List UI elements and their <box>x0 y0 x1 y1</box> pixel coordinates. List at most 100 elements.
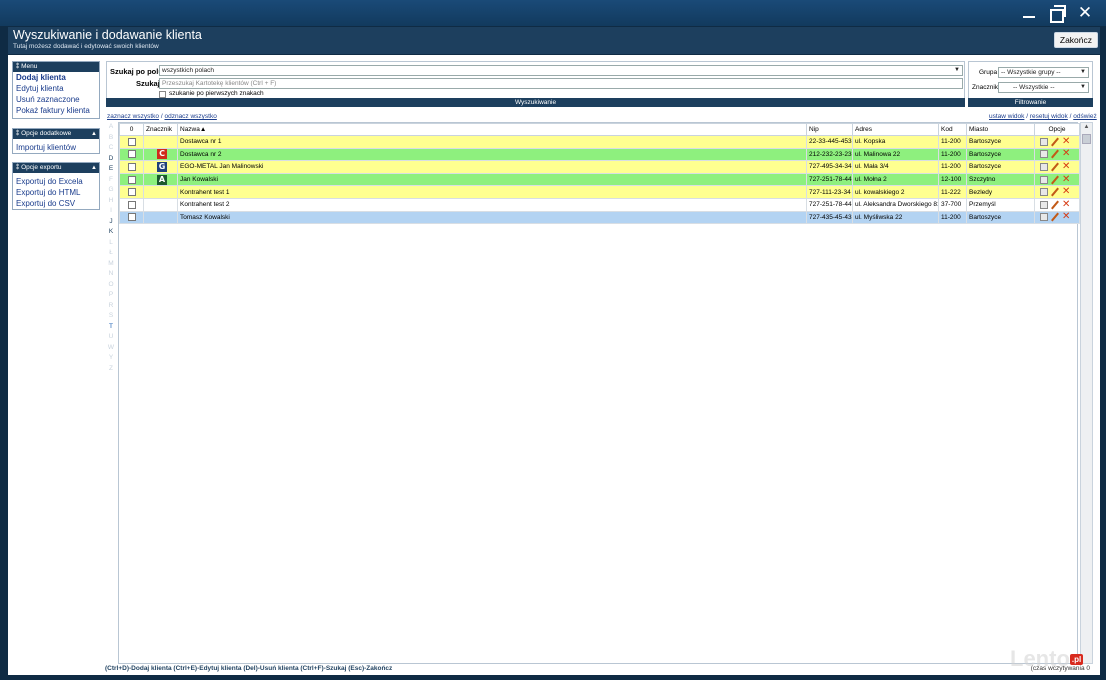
group-select[interactable]: -- Wszystkie grupy -- ▼ <box>998 67 1089 78</box>
view-icon[interactable] <box>1040 213 1048 222</box>
col-header-city[interactable]: Miasto <box>966 123 1035 136</box>
search-input[interactable]: Przeszukaj Kartotekę klientów (Ctrl + F) <box>159 78 963 89</box>
row-name[interactable]: Dostawca nr 1 <box>177 135 807 149</box>
delete-icon[interactable]: ✕ <box>1062 199 1070 209</box>
alphabet-letter[interactable]: Y <box>105 353 117 364</box>
row-checkbox[interactable] <box>127 200 136 209</box>
alphabet-letter[interactable]: J <box>105 217 117 228</box>
menu-show-invoices[interactable]: Pokaż faktury klienta <box>13 105 99 116</box>
view-icon[interactable] <box>1040 137 1048 146</box>
scroll-thumb[interactable] <box>1082 134 1091 144</box>
row-name[interactable]: Kontrahent test 1 <box>177 185 807 199</box>
alphabet-letter[interactable]: I <box>105 206 117 217</box>
alphabet-letter[interactable]: O <box>105 280 117 291</box>
view-icon[interactable] <box>1040 150 1048 159</box>
menu-delete-selected[interactable]: Usuń zaznaczone <box>13 94 99 105</box>
table-row[interactable]: C Dostawca nr 2 212-232-23-23 ul. Malinowa … <box>119 147 1080 162</box>
edit-icon[interactable] <box>1051 213 1059 221</box>
extra-options-header[interactable]: ⁑ Opcje dodatkowe ▲ <box>13 129 99 139</box>
close-icon[interactable]: ✕ <box>1074 3 1096 23</box>
alphabet-letter[interactable]: Ł <box>105 248 117 259</box>
row-checkbox[interactable] <box>127 213 136 222</box>
alphabet-letter[interactable]: U <box>105 332 117 343</box>
col-header-name[interactable]: Nazwa▲ <box>177 123 807 136</box>
vertical-scrollbar[interactable]: ▲ <box>1080 122 1093 664</box>
row-checkbox[interactable] <box>127 137 136 146</box>
marker-select[interactable]: -- Wszystkie -- ▼ <box>998 82 1089 93</box>
restore-icon[interactable] <box>1046 3 1068 23</box>
row-name[interactable]: Jan Kowalski <box>177 172 807 187</box>
reset-view-link[interactable]: resetuj widok <box>1030 113 1068 120</box>
table-row[interactable]: Kontrahent test 1 727-111-23-34 ul. kowals… <box>119 185 1080 199</box>
col-header-code[interactable]: Kod <box>938 123 967 136</box>
view-icon[interactable] <box>1040 162 1048 171</box>
table-row[interactable]: Tomasz Kowalski 727-435-45-43 ul. Myśliwsk… <box>119 210 1080 225</box>
export-csv-link[interactable]: Exportuj do CSV <box>13 198 99 209</box>
alphabet-letter[interactable]: N <box>105 269 117 280</box>
row-name[interactable]: Kontrahent test 2 <box>177 197 807 212</box>
col-header-address[interactable]: Adres <box>852 123 939 136</box>
row-checkbox[interactable] <box>127 188 136 197</box>
delete-icon[interactable]: ✕ <box>1062 136 1070 146</box>
edit-icon[interactable] <box>1051 201 1059 209</box>
menu-add-client[interactable]: Dodaj klienta <box>13 72 99 83</box>
alphabet-letter[interactable]: P <box>105 290 117 301</box>
minimize-icon[interactable] <box>1018 3 1040 23</box>
alphabet-letter[interactable]: E <box>105 164 117 175</box>
alphabet-letter[interactable]: M <box>105 259 117 270</box>
row-name[interactable]: Dostawca nr 2 <box>177 147 807 162</box>
finish-button[interactable]: Zakończ <box>1053 32 1098 48</box>
menu-panel-header[interactable]: ⁑ Menu <box>13 62 99 72</box>
table-row[interactable]: G EGO-METAL Jan Malinowski 727-495-34-34 ul… <box>119 160 1080 174</box>
row-checkbox[interactable] <box>127 175 136 184</box>
alphabet-letter[interactable]: C <box>105 143 117 154</box>
export-excel-link[interactable]: Exportuj do Excela <box>13 176 99 187</box>
alphabet-letter[interactable]: R <box>105 301 117 312</box>
edit-icon[interactable] <box>1051 188 1059 196</box>
row-name[interactable]: EGO-METAL Jan Malinowski <box>177 160 807 174</box>
import-clients-link[interactable]: Importuj klientów <box>13 142 99 153</box>
edit-icon[interactable] <box>1051 176 1059 184</box>
delete-icon[interactable]: ✕ <box>1062 149 1070 159</box>
alphabet-letter[interactable]: D <box>105 154 117 165</box>
select-all-link[interactable]: zaznacz wszystko <box>107 113 159 120</box>
alphabet-letter[interactable]: G <box>105 185 117 196</box>
delete-icon[interactable]: ✕ <box>1062 187 1070 197</box>
export-options-header[interactable]: ⁑ Opcje exportu ▲ <box>13 163 99 173</box>
alphabet-letter[interactable]: F <box>105 175 117 186</box>
search-field-select[interactable]: wszystkich polach ▼ <box>159 65 963 76</box>
row-name[interactable]: Tomasz Kowalski <box>177 210 807 225</box>
alphabet-letter[interactable]: S <box>105 311 117 322</box>
view-icon[interactable] <box>1040 188 1048 197</box>
row-checkbox[interactable] <box>127 162 136 171</box>
edit-icon[interactable] <box>1051 138 1059 146</box>
alphabet-letter[interactable]: Z <box>105 364 117 375</box>
table-row[interactable]: Dostawca nr 1 22-33-445-453 ul. Kopska 11-2… <box>119 135 1080 149</box>
col-header-select[interactable]: 0 <box>119 123 144 136</box>
table-row[interactable]: A Jan Kowalski 727-251-78-44 ul. Mołna 2 12-… <box>119 172 1080 187</box>
alphabet-letter[interactable]: B <box>105 133 117 144</box>
view-icon[interactable] <box>1040 175 1048 184</box>
scroll-up-icon[interactable]: ▲ <box>1082 124 1091 132</box>
row-checkbox[interactable] <box>127 150 136 159</box>
edit-icon[interactable] <box>1051 163 1059 171</box>
delete-icon[interactable]: ✕ <box>1062 174 1070 184</box>
col-header-nip[interactable]: Nip <box>806 123 853 136</box>
delete-icon[interactable]: ✕ <box>1062 162 1070 172</box>
deselect-all-link[interactable]: odznacz wszystko <box>164 113 216 120</box>
set-view-link[interactable]: ustaw widok <box>989 113 1024 120</box>
menu-edit-client[interactable]: Edytuj klienta <box>13 83 99 94</box>
first-chars-checkbox[interactable] <box>159 91 166 98</box>
alphabet-letter[interactable]: T <box>105 322 117 333</box>
view-icon[interactable] <box>1040 200 1048 209</box>
alphabet-letter[interactable]: H <box>105 196 117 207</box>
table-row[interactable]: Kontrahent test 2 727-251-78-44 ul. Aleksa… <box>119 197 1080 212</box>
edit-icon[interactable] <box>1051 150 1059 158</box>
refresh-link[interactable]: odśwież <box>1073 113 1096 120</box>
alphabet-letter[interactable]: W <box>105 343 117 354</box>
col-header-marker[interactable]: Znacznik <box>143 123 178 136</box>
export-html-link[interactable]: Exportuj do HTML <box>13 187 99 198</box>
alphabet-letter[interactable]: A <box>105 122 117 133</box>
delete-icon[interactable]: ✕ <box>1062 212 1070 222</box>
alphabet-letter[interactable]: K <box>105 227 117 238</box>
